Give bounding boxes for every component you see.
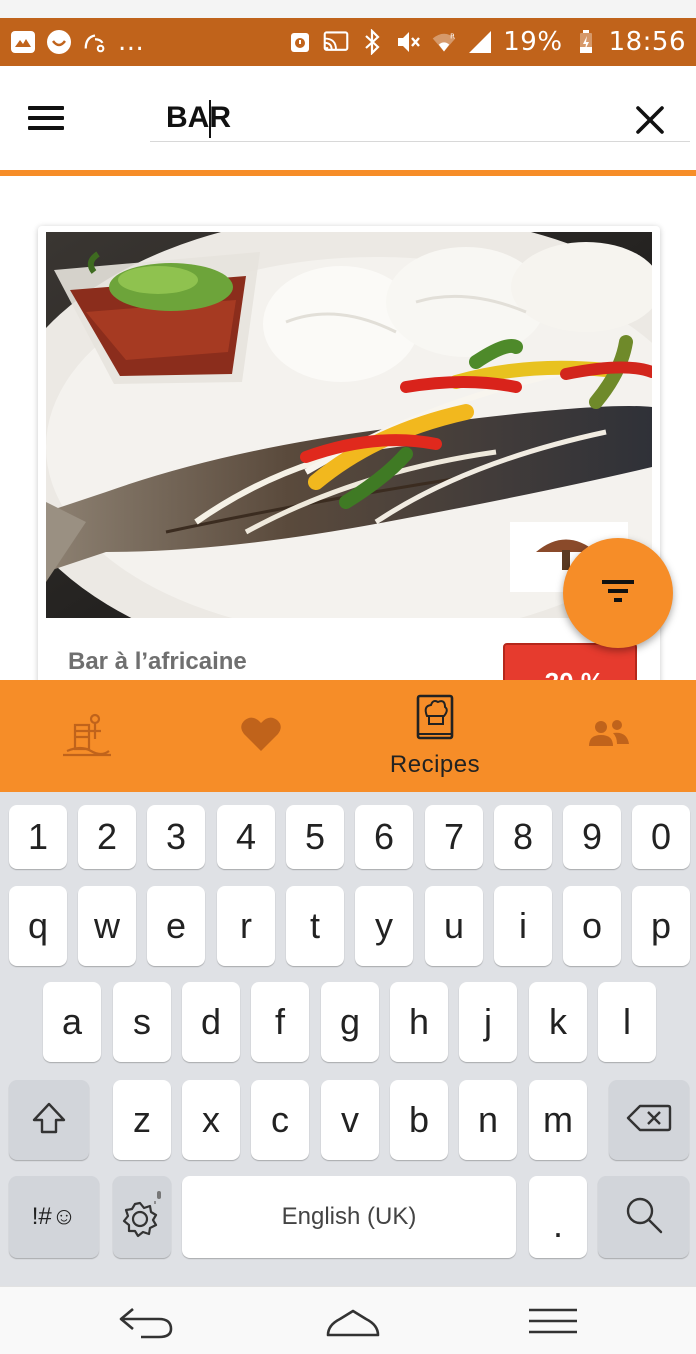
key-0[interactable]: 0 (632, 805, 690, 869)
mute-icon (395, 29, 421, 55)
key-p[interactable]: p (632, 886, 690, 966)
wifi-icon: R (431, 29, 457, 55)
nav-item-recipes[interactable]: Recipes (348, 680, 522, 792)
nav-item-favorites[interactable] (174, 680, 348, 792)
system-navigation-bar (0, 1286, 696, 1354)
search-icon (624, 1195, 664, 1240)
backspace-icon (626, 1103, 672, 1138)
search-key[interactable] (598, 1176, 689, 1258)
battery-percent: 19% (503, 27, 563, 57)
messenger-icon (46, 29, 72, 55)
key-m[interactable]: m (529, 1080, 587, 1160)
settings-icon (120, 1189, 164, 1246)
status-bar: ... R 19% 18:56 (0, 18, 696, 66)
space-key[interactable]: English (UK) (182, 1176, 516, 1258)
key-d[interactable]: d (182, 982, 240, 1062)
status-bar-right: R 19% 18:56 (287, 27, 686, 57)
recipe-book-icon (414, 694, 456, 747)
bluetooth-icon (359, 29, 385, 55)
key-5[interactable]: 5 (286, 805, 344, 869)
key-n[interactable]: n (459, 1080, 517, 1160)
nav-item-market[interactable] (0, 680, 174, 792)
key-z[interactable]: z (113, 1080, 171, 1160)
recipe-card[interactable]: Bar à l’africaine -30 % (38, 226, 660, 726)
on-screen-keyboard: 1 2 3 4 5 6 7 8 9 0 q w e r t y u i o p … (0, 792, 696, 1286)
top-strip (0, 0, 696, 18)
key-4[interactable]: 4 (217, 805, 275, 869)
svg-text:R: R (450, 33, 455, 41)
header-divider (0, 170, 696, 176)
key-u[interactable]: u (425, 886, 483, 966)
key-3[interactable]: 3 (147, 805, 205, 869)
key-s[interactable]: s (113, 982, 171, 1062)
shift-icon (31, 1100, 67, 1141)
symbols-key[interactable]: !#☺ (9, 1176, 99, 1258)
key-9[interactable]: 9 (563, 805, 621, 869)
recents-icon[interactable] (518, 1299, 588, 1343)
key-h[interactable]: h (390, 982, 448, 1062)
period-key[interactable]: . (529, 1176, 587, 1258)
key-x[interactable]: x (182, 1080, 240, 1160)
key-v[interactable]: v (321, 1080, 379, 1160)
key-k[interactable]: k (529, 982, 587, 1062)
key-o[interactable]: o (563, 886, 621, 966)
search-input[interactable] (150, 94, 690, 142)
key-j[interactable]: j (459, 982, 517, 1062)
key-b[interactable]: b (390, 1080, 448, 1160)
key-1[interactable]: 1 (9, 805, 67, 869)
alarm-icon (287, 29, 313, 55)
filter-button[interactable] (563, 538, 673, 648)
market-stall-icon (61, 711, 113, 762)
key-t[interactable]: t (286, 886, 344, 966)
back-icon[interactable] (110, 1299, 180, 1343)
search-header (0, 66, 696, 172)
shift-key[interactable] (9, 1080, 89, 1160)
key-l[interactable]: l (598, 982, 656, 1062)
key-7[interactable]: 7 (425, 805, 483, 869)
recipe-title: Bar à l’africaine (68, 648, 247, 675)
status-bar-left: ... (10, 27, 144, 57)
key-2[interactable]: 2 (78, 805, 136, 869)
close-icon[interactable] (630, 100, 670, 140)
heart-icon (240, 715, 282, 758)
bottom-navigation: Recipes (0, 680, 696, 792)
key-r[interactable]: r (217, 886, 275, 966)
nav-item-community[interactable] (522, 680, 696, 792)
key-a[interactable]: a (43, 982, 101, 1062)
key-f[interactable]: f (251, 982, 309, 1062)
key-y[interactable]: y (355, 886, 413, 966)
status-overflow: ... (118, 27, 145, 57)
key-e[interactable]: e (147, 886, 205, 966)
key-c[interactable]: c (251, 1080, 309, 1160)
home-icon[interactable] (318, 1299, 388, 1343)
filter-icon (598, 576, 638, 611)
key-w[interactable]: w (78, 886, 136, 966)
key-6[interactable]: 6 (355, 805, 413, 869)
wifi-calling-icon (82, 29, 108, 55)
cast-icon (323, 29, 349, 55)
key-g[interactable]: g (321, 982, 379, 1062)
text-cursor (209, 100, 211, 138)
key-q[interactable]: q (9, 886, 67, 966)
signal-icon (467, 29, 493, 55)
key-i[interactable]: i (494, 886, 552, 966)
people-icon (587, 718, 631, 755)
battery-charging-icon (573, 29, 599, 55)
gallery-icon (10, 29, 36, 55)
hamburger-menu-icon[interactable] (24, 100, 68, 136)
nav-label-recipes: Recipes (389, 750, 481, 778)
backspace-key[interactable] (609, 1080, 689, 1160)
status-time: 18:56 (608, 27, 686, 57)
recipe-image (46, 232, 652, 618)
app-screen: ... R 19% 18:56 BAR Bar à l’africaine Re… (0, 0, 696, 1354)
key-8[interactable]: 8 (494, 805, 552, 869)
keyboard-settings-key[interactable] (113, 1176, 171, 1258)
